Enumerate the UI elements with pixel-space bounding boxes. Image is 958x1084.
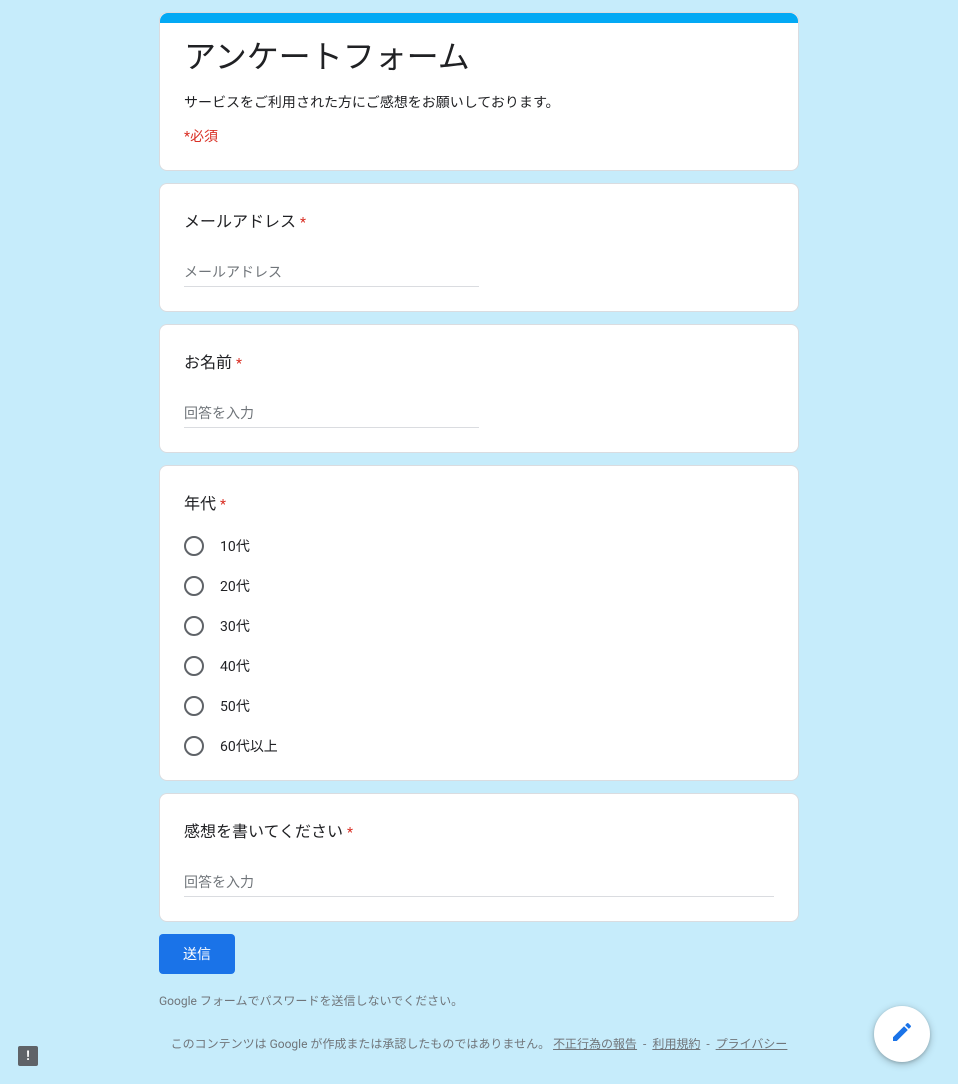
link-privacy[interactable]: プライバシー	[716, 1037, 788, 1051]
label-text: 感想を書いてください	[184, 818, 343, 842]
label-text: 年代	[184, 490, 216, 514]
required-asterisk: *	[300, 215, 306, 231]
report-problem-button[interactable]: !	[18, 1046, 38, 1066]
form-title: アンケートフォーム	[184, 35, 774, 80]
required-asterisk: *	[236, 356, 242, 372]
radio-option[interactable]: 60代以上	[184, 736, 774, 756]
form-description: サービスをご利用された方にご感想をお願いしております。	[184, 92, 774, 112]
radio-option[interactable]: 40代	[184, 656, 774, 676]
age-radio-group: 10代 20代 30代 40代 50代	[184, 536, 774, 756]
radio-option[interactable]: 30代	[184, 616, 774, 636]
name-input[interactable]	[184, 401, 479, 428]
radio-icon	[184, 576, 204, 596]
question-email: メールアドレス *	[159, 183, 799, 312]
separator: -	[703, 1037, 712, 1051]
label-text: お名前	[184, 349, 232, 373]
question-name: お名前 *	[159, 324, 799, 453]
radio-option[interactable]: 10代	[184, 536, 774, 556]
radio-icon	[184, 696, 204, 716]
radio-icon	[184, 536, 204, 556]
radio-icon	[184, 736, 204, 756]
radio-icon	[184, 656, 204, 676]
header-card: アンケートフォーム サービスをご利用された方にご感想をお願いしております。 *必…	[159, 12, 799, 171]
google-disclaimer: このコンテンツは Google が作成または承認したものではありません。 不正行…	[159, 1035, 799, 1054]
disclaimer-text: このコンテンツは Google が作成または承認したものではありません。	[171, 1037, 553, 1051]
pencil-icon	[890, 1020, 914, 1048]
question-label-age: 年代 *	[184, 490, 774, 514]
radio-label: 10代	[220, 536, 250, 556]
question-label-name: お名前 *	[184, 349, 774, 373]
form-container: アンケートフォーム サービスをご利用された方にご感想をお願いしております。 *必…	[159, 0, 799, 1084]
exclamation-icon: !	[26, 1049, 30, 1064]
link-terms[interactable]: 利用規約	[652, 1037, 700, 1051]
required-asterisk: *	[220, 497, 226, 513]
label-text: メールアドレス	[184, 208, 296, 232]
required-indicator: *必須	[184, 126, 774, 146]
email-input[interactable]	[184, 260, 479, 287]
radio-label: 40代	[220, 656, 250, 676]
edit-fab[interactable]	[874, 1006, 930, 1062]
radio-icon	[184, 616, 204, 636]
radio-label: 30代	[220, 616, 250, 636]
question-label-feedback: 感想を書いてください *	[184, 818, 774, 842]
password-warning: Google フォームでパスワードを送信しないでください。	[159, 992, 799, 1011]
question-feedback: 感想を書いてください *	[159, 793, 799, 922]
link-report-abuse[interactable]: 不正行為の報告	[553, 1037, 637, 1051]
required-asterisk: *	[347, 825, 353, 841]
radio-label: 60代以上	[220, 736, 278, 756]
accent-bar	[160, 13, 798, 23]
radio-option[interactable]: 20代	[184, 576, 774, 596]
feedback-input[interactable]	[184, 870, 774, 897]
radio-label: 20代	[220, 576, 250, 596]
question-label-email: メールアドレス *	[184, 208, 774, 232]
separator: -	[640, 1037, 649, 1051]
form-viewport[interactable]: アンケートフォーム サービスをご利用された方にご感想をお願いしております。 *必…	[0, 0, 958, 1084]
submit-button[interactable]: 送信	[159, 934, 235, 974]
question-age: 年代 * 10代 20代 30代 40代	[159, 465, 799, 781]
radio-option[interactable]: 50代	[184, 696, 774, 716]
radio-label: 50代	[220, 696, 250, 716]
